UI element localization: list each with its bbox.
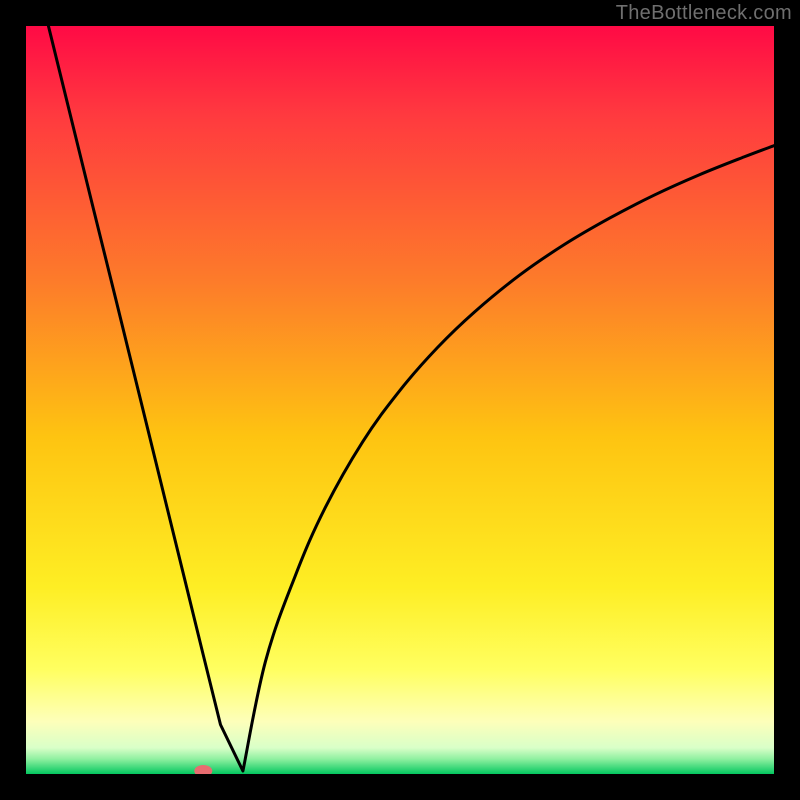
- chart-frame: [26, 26, 774, 774]
- bottleneck-chart: [26, 26, 774, 774]
- watermark-text: TheBottleneck.com: [616, 2, 792, 25]
- gradient-background: [26, 26, 774, 774]
